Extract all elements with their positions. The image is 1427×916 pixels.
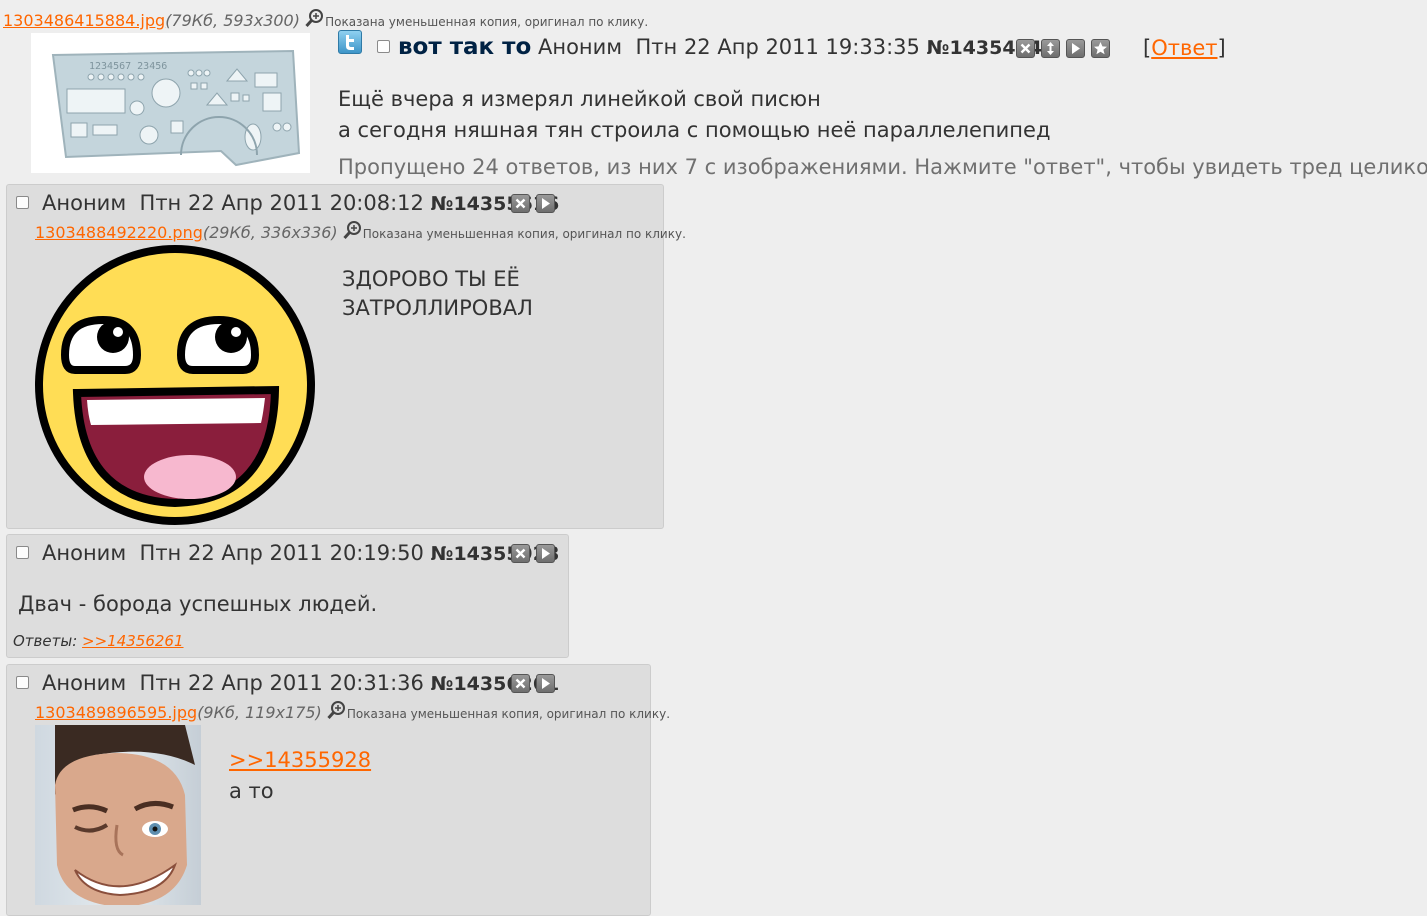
- magnifier-icon[interactable]: [343, 220, 363, 240]
- op-post-number[interactable]: №14354844: [927, 37, 1056, 59]
- favorite-star-icon[interactable]: [1091, 39, 1110, 58]
- op-thumbnail[interactable]: 1234567 23456: [31, 33, 310, 173]
- reply-message: ЗДОРОВО ТЫ ЕЁ ЗАТРОЛЛИРОВАЛ: [342, 265, 533, 323]
- answers-link[interactable]: >>14356261: [82, 632, 183, 650]
- op-file-info: 1303486415884.jpg(79Кб, 593x300) Показан…: [3, 8, 648, 30]
- op-reply-link[interactable]: Ответ: [1151, 36, 1217, 60]
- reply-arrow-icon[interactable]: [536, 194, 555, 213]
- reply-message-line: ЗАТРОЛЛИРОВАЛ: [342, 296, 533, 320]
- reply-select-checkbox[interactable]: [16, 546, 29, 559]
- reply-message: >>14355928 а то: [229, 745, 371, 807]
- hide-icon[interactable]: [511, 544, 530, 563]
- ruler-digits: 1234567 23456: [89, 61, 167, 72]
- op-message: Ещё вчера я измерял линейкой свой писюн …: [338, 84, 1050, 146]
- reply-file-link[interactable]: 1303488492220.png: [35, 223, 203, 242]
- reply-file-size: (9Кб, 119x175): [197, 703, 322, 722]
- op-select-checkbox[interactable]: [377, 40, 390, 53]
- reply-message-line: ЗДОРОВО ТЫ ЕЁ: [342, 267, 520, 291]
- reply-select-checkbox[interactable]: [16, 196, 29, 209]
- op-poster-name: Аноним: [537, 35, 623, 59]
- reply-post-date: Птн 22 Апр 2011 20:08:12: [139, 191, 424, 215]
- op-thumb-note: Показана уменьшенная копия, оригинал по …: [325, 15, 649, 29]
- reply-header: Аноним Птн 22 Апр 2011 20:08:12 №1435561…: [42, 191, 559, 215]
- reply-file-size: (29Кб, 336x336): [202, 223, 338, 242]
- reply-select-checkbox[interactable]: [16, 676, 29, 689]
- op-file-size: (79Кб, 593x300): [165, 11, 300, 30]
- reply-thumb-note: Показана уменьшенная копия, оригинал по …: [346, 707, 671, 721]
- op-subject: вот так то: [398, 34, 532, 60]
- twitter-icon[interactable]: [338, 30, 362, 54]
- quote-link[interactable]: >>14355928: [229, 748, 371, 772]
- hide-icon[interactable]: [511, 194, 530, 213]
- op-message-line: Ещё вчера я измерял линейкой свой писюн: [338, 87, 821, 111]
- reply-arrow-icon[interactable]: [1066, 39, 1085, 58]
- reply-poster-name: Аноним: [42, 671, 127, 695]
- op-file-link[interactable]: 1303486415884.jpg: [3, 11, 165, 30]
- reply-poster-name: Аноним: [42, 191, 127, 215]
- magnifier-icon[interactable]: [327, 700, 347, 720]
- hide-icon[interactable]: [511, 674, 530, 693]
- reply-file-link[interactable]: 1303489896595.jpg: [35, 703, 197, 722]
- reply-answers: Ответы: >>14356261: [13, 632, 184, 650]
- magnifier-icon[interactable]: [305, 8, 325, 28]
- omitted-posts-notice: Пропущено 24 ответов, из них 7 с изображ…: [338, 155, 1427, 179]
- reply-thumbnail[interactable]: [35, 725, 201, 905]
- reply-arrow-icon[interactable]: [536, 544, 555, 563]
- op-message-line: а сегодня няшная тян строила с помощью н…: [338, 118, 1051, 142]
- answers-label: Ответы:: [13, 632, 78, 650]
- reply-post-14355616: Аноним Птн 22 Апр 2011 20:08:12 №1435561…: [6, 184, 686, 529]
- reply-post-date: Птн 22 Апр 2011 20:31:36: [139, 671, 424, 695]
- reply-post-14356261: Аноним Птн 22 Апр 2011 20:31:36 №1435626…: [6, 664, 670, 916]
- op-post-date: Птн 22 Апр 2011 19:33:35: [635, 35, 920, 59]
- reply-header: Аноним Птн 22 Апр 2011 20:31:36 №1435626…: [42, 671, 559, 695]
- reply-file-info: 1303489896595.jpg(9Кб, 119x175) Показана…: [35, 700, 670, 722]
- reply-thumbnail[interactable]: [35, 245, 315, 525]
- reply-poster-name: Аноним: [42, 541, 127, 565]
- op-reply-link-wrap: [Ответ]: [1143, 36, 1226, 60]
- reply-thumb-note: Показана уменьшенная копия, оригинал по …: [362, 227, 686, 241]
- reply-header: Аноним Птн 22 Апр 2011 20:19:50 №1435592…: [42, 541, 559, 565]
- hide-icon[interactable]: [1016, 39, 1035, 58]
- reply-file-info: 1303488492220.png(29Кб, 336x336) Показан…: [35, 220, 686, 242]
- reply-post-date: Птн 22 Апр 2011 20:19:50: [139, 541, 424, 565]
- reply-message: Двач - борода успешных людей.: [18, 592, 378, 616]
- op-post-header: вот так то Аноним Птн 22 Апр 2011 19:33:…: [398, 34, 1055, 60]
- reply-post-14355928: Аноним Птн 22 Апр 2011 20:19:50 №1435592…: [6, 534, 569, 658]
- reply-message-line: а то: [229, 779, 274, 803]
- reply-arrow-icon[interactable]: [536, 674, 555, 693]
- expand-icon[interactable]: [1041, 39, 1060, 58]
